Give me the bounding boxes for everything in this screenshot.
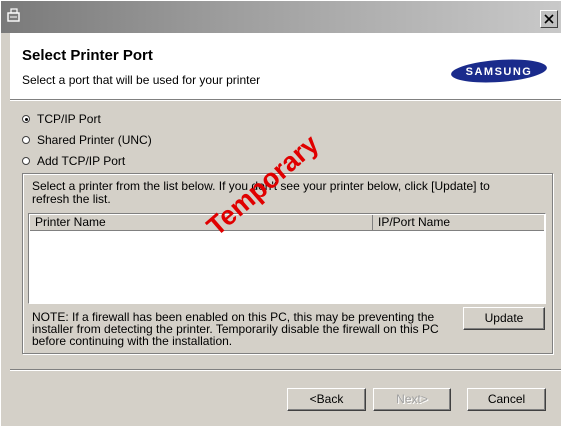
radio-label: Shared Printer (UNC)	[37, 133, 152, 147]
title-bar[interactable]	[1, 1, 561, 33]
close-icon	[544, 14, 554, 24]
radio-label: TCP/IP Port	[37, 112, 101, 126]
header-panel: Select Printer Port Select a port that w…	[10, 33, 561, 99]
column-header-printer-name[interactable]: Printer Name	[30, 215, 373, 230]
list-header: Printer Name IP/Port Name	[30, 215, 544, 231]
radio-shared-printer[interactable]: Shared Printer (UNC)	[22, 132, 152, 148]
svg-text:SAMSUNG: SAMSUNG	[466, 66, 533, 78]
back-button[interactable]: <Back	[287, 388, 366, 411]
radio-button[interactable]	[22, 157, 30, 165]
instruction-text: Select a printer from the list below. If…	[32, 179, 490, 206]
samsung-logo: SAMSUNG	[450, 59, 548, 83]
page-subtitle: Select a port that will be used for your…	[22, 73, 261, 87]
column-header-ip-port-name[interactable]: IP/Port Name	[373, 215, 544, 230]
printer-list[interactable]: Printer Name IP/Port Name	[28, 213, 546, 304]
radio-label: Add TCP/IP Port	[37, 154, 126, 168]
page-title: Select Printer Port	[22, 47, 153, 64]
radio-add-tcpip-port[interactable]: Add TCP/IP Port	[22, 153, 125, 169]
radio-tcpip-port[interactable]: TCP/IP Port	[22, 111, 101, 127]
header-divider	[10, 99, 561, 101]
cancel-button[interactable]: Cancel	[467, 388, 546, 411]
close-button[interactable]	[540, 10, 558, 28]
next-button[interactable]: Next>	[373, 388, 451, 411]
installer-icon	[7, 8, 21, 24]
radio-button[interactable]	[22, 115, 30, 123]
firewall-note: NOTE: If a firewall has been enabled on …	[32, 310, 439, 348]
update-button[interactable]: Update	[463, 307, 545, 330]
installer-window: Select Printer Port Select a port that w…	[0, 0, 561, 426]
footer-divider	[10, 369, 561, 371]
radio-button[interactable]	[22, 136, 30, 144]
